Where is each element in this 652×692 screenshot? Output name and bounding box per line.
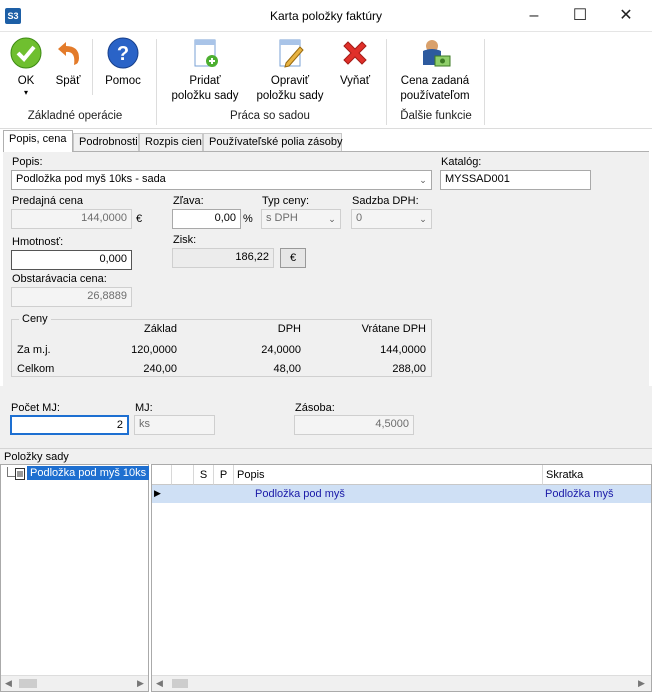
scroll-right-icon[interactable]: ▶: [638, 678, 645, 689]
row-popis: Podložka pod myš: [255, 488, 345, 500]
zisk-value: 186,22: [172, 248, 274, 268]
ceny-cell: 144,0000: [380, 344, 426, 356]
user-price-button[interactable]: Cena zadaná používateľom: [392, 37, 478, 104]
undo-arrow-icon: [58, 42, 79, 65]
pocet-label: Počet MJ:: [11, 402, 60, 414]
ribbon-separator: [156, 39, 157, 125]
zisk-label: Zisk:: [173, 234, 197, 246]
tree-scroll-thumb[interactable]: [19, 679, 37, 688]
title-bar: S3 Karta položky faktúry – ☐ ✕: [0, 0, 652, 32]
check-icon: [10, 37, 42, 69]
grid-indicator-header: [152, 465, 172, 485]
ceny-cell: 120,0000: [131, 344, 177, 356]
percent-label: %: [243, 213, 253, 225]
row-pointer-icon: ▶: [154, 488, 161, 498]
grid-header-blank: [172, 465, 194, 485]
obstar-label: Obstarávacia cena:: [12, 273, 107, 285]
grid-header-p[interactable]: P: [214, 465, 234, 485]
chevron-down-icon: ⌄: [328, 214, 336, 224]
ceny-title: Ceny: [19, 313, 51, 325]
currency-label: €: [136, 213, 143, 225]
tree-line: [7, 467, 15, 477]
ceny-header-zaklad: Základ: [143, 323, 177, 335]
predajna-label: Predajná cena: [12, 195, 83, 207]
grid-header-s[interactable]: S: [194, 465, 214, 485]
dropdown-arrow-icon: ▾: [23, 88, 28, 97]
row-skratka: Podložka myš: [545, 488, 614, 500]
ceny-cell: 24,0000: [261, 344, 301, 356]
scroll-left-icon[interactable]: ◀: [156, 678, 163, 689]
grid-horizontal-scrollbar[interactable]: ◀ ▶: [152, 675, 651, 691]
group-label-set: Práca so sadou: [230, 110, 310, 122]
sada-grid[interactable]: S P Popis Skratka ▶ Podložka pod myš Pod…: [151, 464, 652, 692]
tab-rozpis-cien[interactable]: Rozpis cien: [139, 133, 203, 151]
close-window-button[interactable]: ✕: [603, 0, 649, 32]
zisk-currency-button[interactable]: €: [280, 248, 306, 268]
ceny-header-vratane: Vrátane DPH: [361, 323, 426, 335]
scroll-left-icon[interactable]: ◀: [5, 678, 12, 689]
katalog-label: Katalóg:: [441, 156, 482, 168]
scroll-right-icon[interactable]: ▶: [137, 678, 144, 689]
add-document-icon: [194, 39, 218, 67]
zlava-label: Zľava:: [173, 195, 204, 207]
tab-user-fields[interactable]: Používateľské polia zásoby: [203, 133, 342, 151]
help-button[interactable]: ? Pomoc: [100, 37, 146, 89]
minimize-button[interactable]: –: [511, 0, 557, 32]
svg-text:?: ?: [117, 43, 129, 65]
typ-ceny-label: Typ ceny:: [262, 195, 310, 207]
zlava-input[interactable]: 0,00: [172, 209, 241, 229]
sada-header: Položky sady: [0, 448, 652, 464]
tab-podrobnosti[interactable]: Podrobnosti: [73, 133, 139, 151]
red-x-icon: [343, 41, 367, 65]
sada-tree[interactable]: Podložka pod myš 10ks ◀ ▶: [0, 464, 150, 692]
remove-button[interactable]: Vyňať: [334, 37, 376, 89]
ceny-row-label: Celkom: [17, 363, 55, 375]
mj-input[interactable]: ks: [134, 415, 215, 435]
ceny-header-dph: DPH: [277, 323, 301, 335]
sadzba-combo[interactable]: 0 ⌄: [351, 209, 432, 229]
popis-combo[interactable]: Podložka pod myš 10ks - sada ⌄: [11, 170, 432, 190]
ribbon-separator: [92, 39, 93, 95]
group-label-basic: Základné operácie: [27, 110, 123, 122]
edit-set-item-button[interactable]: Opraviť položku sady: [252, 37, 328, 104]
popis-label: Popis:: [12, 156, 43, 168]
ok-button[interactable]: OK ▾: [6, 37, 46, 97]
obstar-input[interactable]: 26,8889: [11, 287, 132, 307]
chevron-down-icon: ⌄: [419, 214, 427, 224]
mj-label: MJ:: [135, 402, 153, 414]
predajna-input[interactable]: 144,0000: [11, 209, 132, 229]
grid-scroll-thumb[interactable]: [172, 679, 188, 688]
zasoba-label: Zásoba:: [295, 402, 335, 414]
document-icon: [15, 468, 25, 480]
ribbon-separator: [484, 39, 485, 125]
user-money-icon: [423, 40, 451, 67]
pocet-input[interactable]: 2: [10, 415, 129, 435]
katalog-input[interactable]: MYSSAD001: [440, 170, 591, 190]
maximize-button[interactable]: ☐: [557, 0, 603, 32]
hmotnost-input[interactable]: 0,000: [11, 250, 132, 270]
group-label-more: Ďalšie funkcie: [400, 110, 472, 122]
grid-header-skratka[interactable]: Skratka: [543, 465, 651, 485]
ceny-cell: 240,00: [143, 363, 177, 375]
grid-header-popis[interactable]: Popis: [234, 465, 543, 485]
help-icon: ?: [107, 37, 139, 69]
sadzba-label: Sadzba DPH:: [352, 195, 419, 207]
ceny-cell: 288,00: [392, 363, 426, 375]
tree-horizontal-scrollbar[interactable]: ◀ ▶: [1, 675, 148, 691]
typ-ceny-combo[interactable]: s DPH ⌄: [261, 209, 341, 229]
ribbon: OK ▾ Späť ? Pomoc Základné operácie Prid…: [0, 33, 652, 129]
hmotnost-label: Hmotnosť:: [12, 236, 64, 248]
ceny-row-label: Za m.j.: [17, 344, 51, 356]
back-button[interactable]: Späť: [50, 37, 86, 89]
add-set-item-button[interactable]: Pridať položku sady: [166, 37, 244, 104]
tab-popis-cena[interactable]: Popis, cena: [3, 130, 73, 152]
chevron-down-icon: ⌄: [419, 175, 427, 185]
tree-item[interactable]: Podložka pod myš 10ks: [27, 466, 150, 480]
zasoba-input: 4,5000: [294, 415, 414, 435]
edit-document-icon: [279, 39, 304, 68]
table-row[interactable]: ▶ Podložka pod myš Podložka myš: [152, 485, 651, 503]
ceny-cell: 48,00: [273, 363, 301, 375]
ribbon-separator: [386, 39, 387, 125]
